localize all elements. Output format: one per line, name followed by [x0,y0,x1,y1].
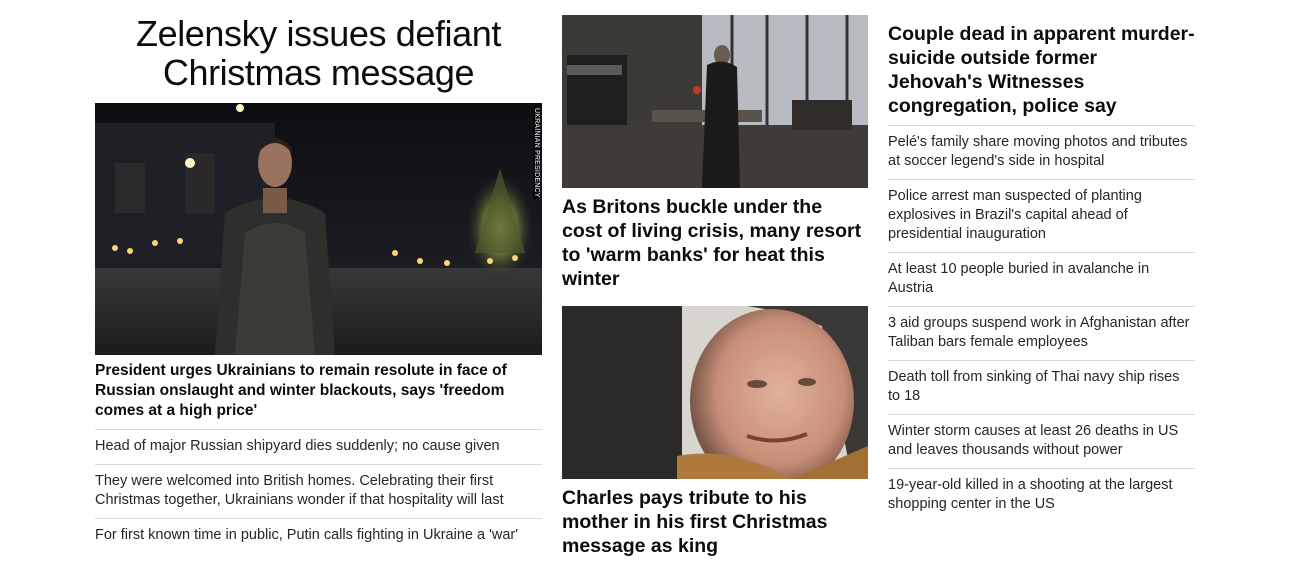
king-charles-headline[interactable]: Charles pays tribute to his mother in hi… [562,486,868,558]
list-item[interactable]: They were welcomed into British homes. C… [95,464,542,518]
list-item[interactable]: Winter storm causes at least 26 deaths i… [888,414,1195,468]
warm-bank-photo-art [562,15,868,188]
zelensky-headline[interactable]: Zelensky issues defiant Christmas messag… [95,14,542,92]
warm-banks-headline[interactable]: As Britons buckle under the cost of livi… [562,195,862,291]
warm-bank-photo[interactable] [562,15,868,188]
murder-suicide-headline[interactable]: Couple dead in apparent murder-suicide o… [888,22,1195,118]
list-item[interactable]: 19-year-old killed in a shooting at the … [888,468,1195,522]
col3-headline-list: Pelé's family share moving photos and tr… [888,125,1195,522]
list-item[interactable]: Head of major Russian shipyard dies sudd… [95,429,542,464]
list-item[interactable]: Pelé's family share moving photos and tr… [888,125,1195,179]
list-item[interactable]: Death toll from sinking of Thai navy shi… [888,360,1195,414]
col1-headline-list: Head of major Russian shipyard dies sudd… [95,429,542,553]
king-charles-photo[interactable] [562,306,868,479]
list-item[interactable]: At least 10 people buried in avalanche i… [888,252,1195,306]
photo-credit: UKRAINIAN PRESIDENCY [533,107,540,199]
zelensky-lead[interactable]: President urges Ukrainians to remain res… [95,361,542,421]
list-item[interactable]: For first known time in public, Putin ca… [95,518,542,553]
zelensky-photo-art [95,103,542,355]
king-charles-photo-art [562,306,868,479]
list-item[interactable]: Police arrest man suspected of planting … [888,179,1195,252]
list-item[interactable]: 3 aid groups suspend work in Afghanistan… [888,306,1195,360]
zelensky-photo[interactable]: UKRAINIAN PRESIDENCY [95,103,542,355]
